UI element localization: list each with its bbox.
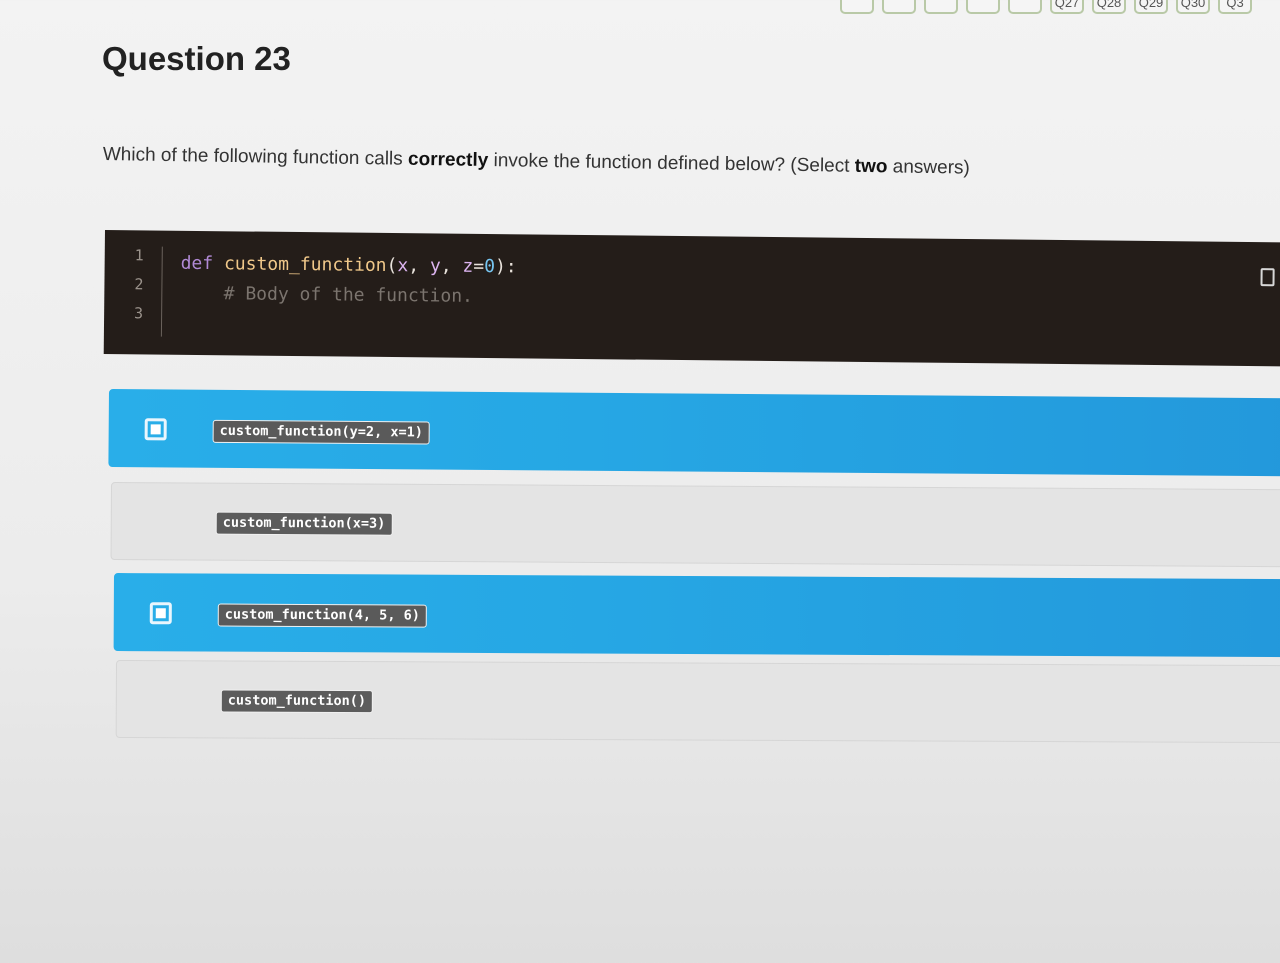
checkbox-checked-icon[interactable] — [144, 418, 167, 441]
copy-icon[interactable] — [1260, 268, 1275, 287]
code-line-1: def custom_function(x, y, z=0): — [181, 253, 517, 278]
nav-q28[interactable]: Q28 — [1092, 0, 1126, 14]
code-default-value: 0 — [484, 255, 496, 278]
code-param-x: x — [397, 255, 409, 277]
nav-q29[interactable]: Q29 — [1134, 0, 1168, 14]
nav-q31[interactable]: Q3 — [1218, 0, 1252, 14]
nav-q30[interactable]: Q30 — [1176, 0, 1210, 14]
code-block: 1 2 3 def custom_function(x, y, z=0): # … — [103, 230, 1280, 367]
line-number: 1 — [134, 246, 144, 265]
option-code-label: custom_function(4, 5, 6) — [217, 603, 427, 628]
option-code-label: custom_function() — [220, 689, 374, 714]
code-comma: , — [408, 255, 431, 277]
code-line-2-comment: # Body of the function. — [180, 283, 473, 307]
checkbox-checked-icon[interactable] — [149, 602, 172, 625]
code-keyword: def — [180, 252, 214, 275]
nav-blank-5[interactable] — [1008, 0, 1042, 14]
prompt-text-3: answers) — [887, 156, 970, 179]
option-code-label: custom_function(y=2, x=1) — [212, 419, 430, 445]
answer-option-3[interactable]: custom_function(4, 5, 6) — [113, 573, 1280, 658]
answer-option-4[interactable]: custom_function() — [115, 660, 1280, 744]
prompt-text-2: invoke the function defined below? (Sele… — [488, 150, 855, 177]
code-equals: = — [473, 255, 485, 277]
question-navigator: Q27 Q28 Q29 Q30 Q3 — [840, 0, 1252, 14]
line-number: 3 — [134, 304, 144, 323]
code-comment: # Body of the function. — [223, 283, 474, 307]
code-param-z: z — [462, 255, 474, 277]
prompt-bold-correctly: correctly — [407, 148, 489, 172]
nav-blank-4[interactable] — [966, 0, 1000, 14]
code-param-y: y — [429, 255, 441, 277]
line-number-gutter: 1 2 3 — [103, 245, 163, 337]
page-title: Question 23 — [102, 40, 291, 77]
nav-blank-1[interactable] — [840, 0, 874, 14]
code-close: ): — [494, 256, 517, 278]
code-paren: ( — [386, 254, 398, 277]
answer-option-2[interactable]: custom_function(x=3) — [110, 482, 1280, 568]
option-code-label: custom_function(x=3) — [215, 511, 393, 536]
line-number: 2 — [134, 275, 144, 294]
nav-blank-2[interactable] — [882, 0, 916, 14]
nav-blank-3[interactable] — [924, 0, 958, 14]
prompt-bold-two: two — [854, 155, 888, 178]
nav-q27[interactable]: Q27 — [1050, 0, 1084, 14]
code-comma: , — [440, 255, 463, 277]
question-prompt: Which of the following function calls co… — [103, 144, 970, 180]
prompt-text-1: Which of the following function calls — [102, 144, 409, 170]
code-function-name: custom_function — [223, 253, 387, 276]
answer-option-1[interactable]: custom_function(y=2, x=1) — [108, 389, 1280, 477]
